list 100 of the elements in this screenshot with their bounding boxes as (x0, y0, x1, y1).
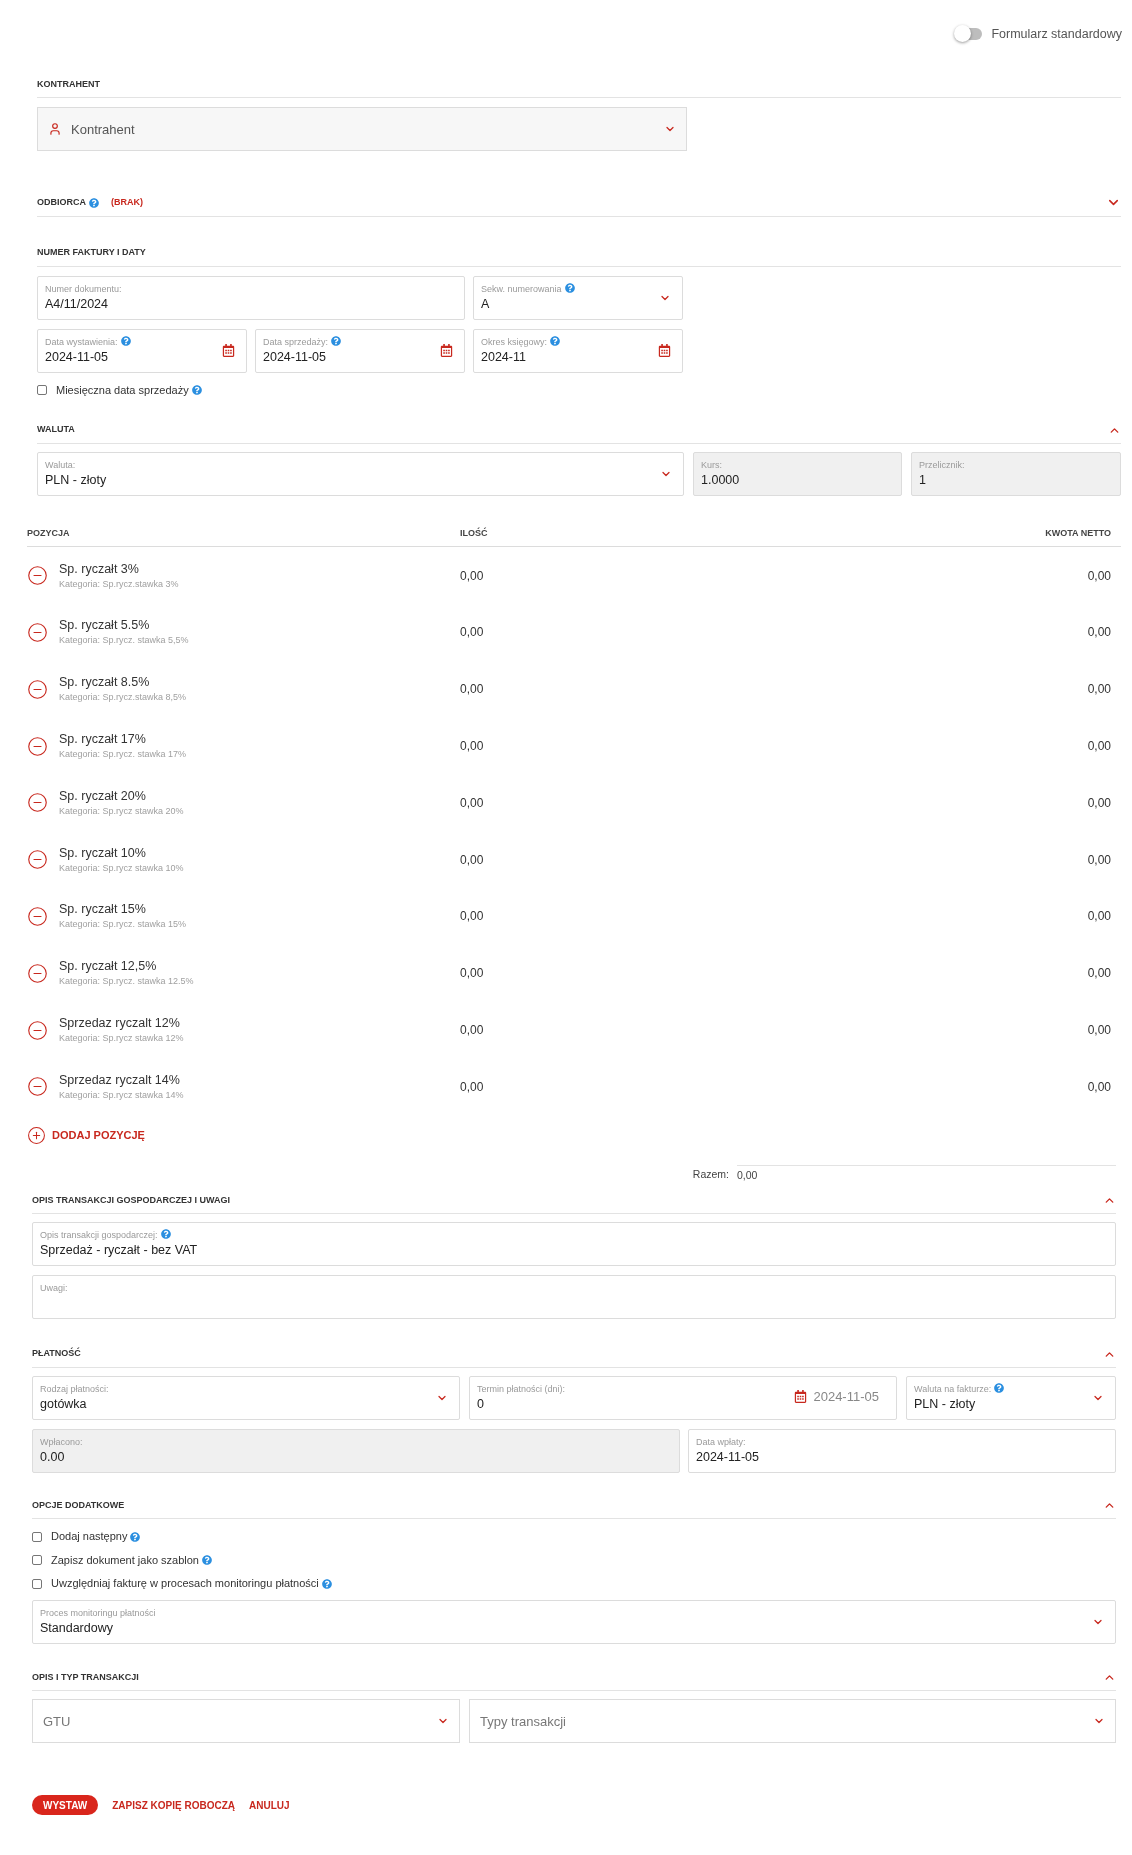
checkbox[interactable] (32, 1531, 42, 1542)
calendar-icon[interactable] (440, 344, 453, 358)
add-position-button[interactable]: DODAJ POZYCJĘ (27, 1126, 145, 1146)
select-field[interactable]: Typy transakcji (469, 1699, 1116, 1744)
select-field[interactable]: Waluta: PLN - złoty (37, 451, 684, 496)
net-amount-cell-text: 0,00 (1087, 624, 1111, 642)
net-amount-cell-text: 0,00 (1087, 738, 1111, 756)
net-amount-cell-text: 0,00 (1087, 794, 1111, 812)
position-name: Sp. ryczałt 20% (59, 787, 147, 804)
section-title: OPCJE DODATKOWE (32, 1498, 125, 1512)
remove-icon[interactable] (27, 905, 48, 927)
quantity-cell-text: 0,00 (460, 738, 485, 756)
position-name: Sp. ryczałt 17% (59, 731, 147, 748)
quantity-cell-text: 0,00 (460, 908, 485, 926)
remove-icon[interactable] (27, 621, 48, 643)
help-icon[interactable] (130, 1531, 141, 1542)
position-name: Sp. ryczałt 5.5% (59, 617, 151, 634)
remove-icon[interactable] (27, 678, 48, 700)
position-name: Sp. ryczałt 3% (59, 560, 140, 577)
help-icon[interactable] (994, 1382, 1005, 1393)
calendar-icon[interactable] (794, 1390, 808, 1404)
column-header: ILOŚĆ (460, 526, 489, 540)
select-field[interactable]: Sekw. numerowania A (473, 275, 683, 320)
remove-icon[interactable] (27, 735, 48, 757)
checkbox[interactable] (32, 1578, 42, 1589)
help-icon[interactable] (89, 197, 99, 208)
section-title: PŁATNOŚĆ (32, 1347, 81, 1361)
position-category: Kategoria: Sp.rycz.stawka 3% (59, 577, 180, 591)
remove-icon[interactable] (27, 792, 48, 814)
net-amount-cell-text: 0,00 (1087, 1022, 1111, 1039)
section-title: OPIS I TYP TRANSAKCJI (32, 1670, 139, 1684)
total-label: Razem: (692, 1166, 729, 1182)
help-icon[interactable] (201, 1555, 212, 1566)
select-field[interactable]: GTU (32, 1699, 460, 1744)
select-field[interactable]: Rodzaj płatności: gotówka (32, 1375, 460, 1420)
net-amount-cell-text: 0,00 (1087, 1078, 1111, 1096)
toggle-switch[interactable] (956, 28, 983, 41)
column-header: KWOTA NETTO (1045, 526, 1111, 540)
remove-icon[interactable] (27, 962, 48, 984)
section-title: KONTRAHENT (37, 77, 100, 91)
date-field[interactable]: Data wystawienia: 2024-11-05 (37, 328, 247, 373)
select-field[interactable]: Proces monitoringu płatności Standardowy (32, 1599, 1116, 1644)
help-icon[interactable] (321, 1578, 332, 1589)
toggle-label: Formularz standardowy (991, 26, 1122, 43)
total-value: 0,00 (737, 1165, 1116, 1184)
position-category: Kategoria: Sp.rycz stawka 14% (59, 1088, 185, 1102)
input-field[interactable]: Data wpłaty: 2024-11-05 (688, 1428, 1116, 1473)
position-category: Kategoria: Sp.rycz. stawka 12.5% (59, 975, 195, 989)
position-name: Sp. ryczałt 8.5% (59, 674, 151, 691)
net-amount-cell-text: 0,00 (1087, 567, 1111, 585)
checkbox[interactable] (32, 1555, 42, 1566)
section-title: NUMER FAKTURY I DATY (37, 246, 146, 260)
help-icon[interactable] (120, 335, 131, 346)
help-icon[interactable] (550, 335, 561, 346)
link-button[interactable]: ZAPISZ KOPIĘ ROBOCZĄ (112, 1797, 236, 1813)
remove-icon[interactable] (27, 1076, 48, 1098)
position-category: Kategoria: Sp.rycz stawka 10% (59, 861, 185, 875)
remove-icon[interactable] (27, 1019, 48, 1041)
status-label: (BRAK) (111, 196, 143, 209)
quantity-cell-text: 0,00 (460, 794, 485, 812)
quantity-cell-text: 0,00 (460, 567, 485, 585)
position-category: Kategoria: Sp.rycz stawka 12% (59, 1032, 185, 1045)
input-field[interactable]: Termin płatności (dni): 0 2024-11-05 (469, 1375, 897, 1420)
checkbox-label: Zapisz dokument jako szablon (51, 1552, 199, 1568)
select-field[interactable]: Waluta na fakturze: PLN - złoty (906, 1375, 1116, 1420)
input-field[interactable]: Numer dokumentu: A4/11/2024 (37, 275, 465, 320)
quantity-cell-text: 0,00 (460, 624, 485, 642)
quantity-cell-text: 0,00 (460, 851, 485, 869)
calendar-icon[interactable] (658, 344, 671, 358)
help-icon[interactable] (160, 1229, 171, 1240)
help-icon[interactable] (331, 335, 342, 346)
date-field[interactable]: Okres księgowy: 2024-11 (473, 328, 683, 373)
position-name: Sp. ryczałt 12,5% (59, 958, 158, 975)
quantity-cell-text: 0,00 (460, 1022, 485, 1039)
add-icon (27, 1126, 46, 1146)
remove-icon[interactable] (27, 849, 48, 871)
net-amount-cell-text: 0,00 (1087, 965, 1111, 983)
calendar-icon[interactable] (222, 344, 235, 358)
person-icon (48, 122, 62, 137)
remove-icon[interactable] (27, 565, 48, 587)
checkbox-label: Uwzględniaj fakturę w procesach monitoringu płatności (51, 1576, 319, 1592)
checkbox-label: Dodaj następny (51, 1529, 128, 1545)
quantity-cell-text: 0,00 (460, 1078, 485, 1096)
checkbox[interactable] (37, 385, 47, 395)
contractor-select[interactable]: Kontrahent (37, 107, 687, 152)
position-name: Sp. ryczałt 15% (59, 901, 147, 918)
net-amount-cell-text: 0,00 (1087, 681, 1111, 699)
input-field[interactable]: Opis transakcji gospodarczej: Sprzedaż - ryczałt - bez VAT (32, 1222, 1116, 1267)
position-name: Sprzedaz ryczalt 14% (59, 1071, 181, 1088)
position-category: Kategoria: Sp.rycz. stawka 15% (59, 918, 188, 932)
help-icon[interactable] (564, 282, 575, 293)
position-category: Kategoria: Sp.rycz stawka 20% (59, 804, 185, 818)
net-amount-cell-text: 0,00 (1087, 908, 1111, 926)
submit-button[interactable]: WYSTAW (32, 1795, 99, 1816)
help-icon[interactable] (191, 385, 202, 395)
net-amount-cell-text: 0,00 (1087, 851, 1111, 869)
position-name: Sp. ryczałt 10% (59, 844, 147, 861)
link-button[interactable]: ANULUJ (249, 1797, 290, 1813)
date-field[interactable]: Data sprzedaży: 2024-11-05 (255, 328, 465, 373)
position-name: Sprzedaz ryczalt 12% (59, 1015, 181, 1031)
